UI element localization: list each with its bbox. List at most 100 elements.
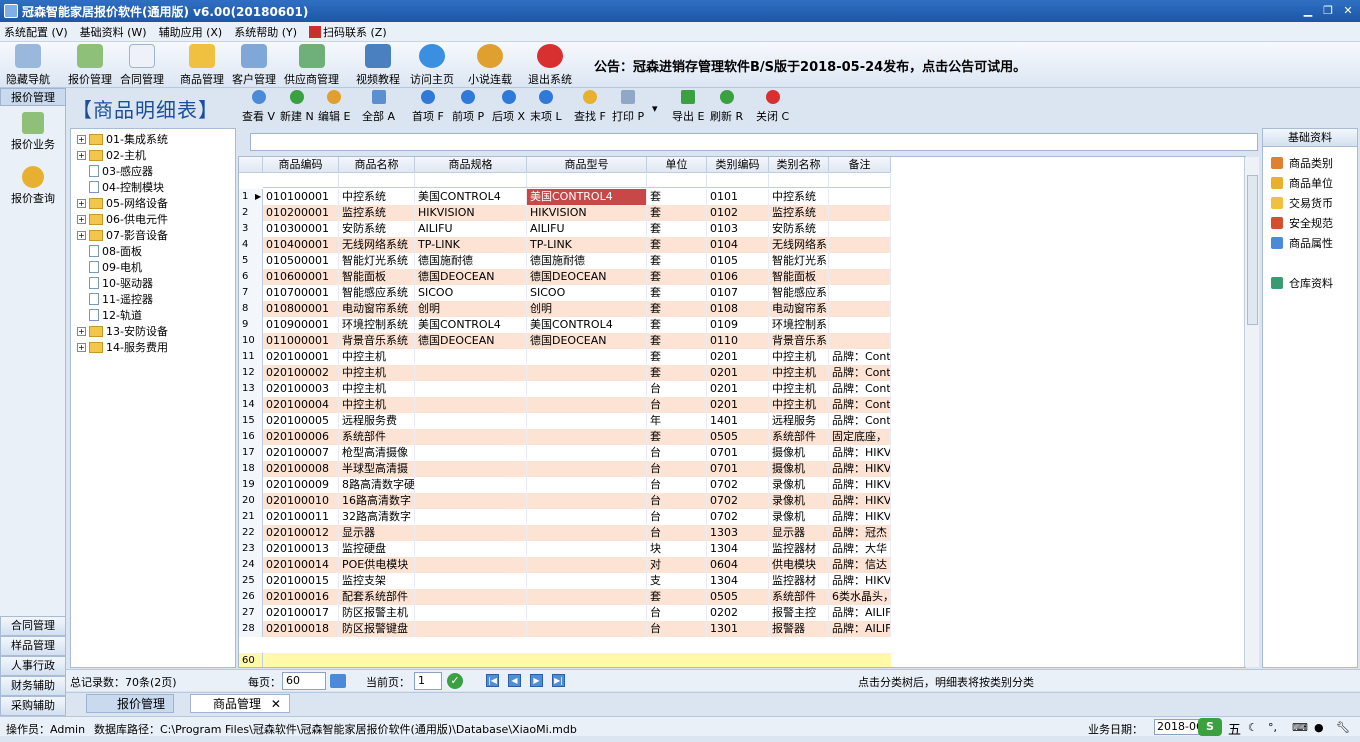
table-cell[interactable]: 1303 xyxy=(707,525,769,541)
moon-icon[interactable]: ☾ xyxy=(1248,721,1258,734)
table-cell[interactable]: AILIFU xyxy=(415,221,527,237)
expand-icon[interactable]: + xyxy=(77,342,86,352)
table-cell[interactable]: 0201 xyxy=(707,397,769,413)
table-cell[interactable] xyxy=(415,365,527,381)
table-cell[interactable]: 安防系统 xyxy=(339,221,415,237)
table-cell[interactable]: 品牌：Cont xyxy=(829,349,891,365)
table-cell[interactable]: 品牌：Cont xyxy=(829,397,891,413)
table-cell[interactable]: 010800001 xyxy=(263,301,339,317)
table-cell[interactable] xyxy=(415,573,527,589)
print-button[interactable]: 打印 P xyxy=(612,90,644,124)
table-cell[interactable]: 远程服务费 xyxy=(339,413,415,429)
table-cell[interactable] xyxy=(415,477,527,493)
tree-node[interactable]: +06-供电元件 xyxy=(77,211,168,227)
table-cell[interactable]: TP-LINK xyxy=(527,237,647,253)
table-row[interactable]: 19 020100009 8路高清数字硬 台 0702 录像机 品牌：HIKV xyxy=(239,477,891,493)
table-cell[interactable] xyxy=(527,413,647,429)
supplier-mgmt-button[interactable]: 供应商管理 xyxy=(284,44,339,87)
table-row[interactable]: 9 010900001 环境控制系统 美国CONTROL4 美国CONTROL4 套 010… xyxy=(239,317,891,333)
table-cell[interactable]: 环境控制系统 xyxy=(339,317,415,333)
table-cell[interactable] xyxy=(527,493,647,509)
nav-hr-admin[interactable]: 人事行政 xyxy=(0,656,66,676)
nav-finance[interactable]: 财务辅助 xyxy=(0,676,66,696)
table-cell[interactable] xyxy=(415,621,527,637)
column-filter[interactable] xyxy=(769,174,829,188)
column-header[interactable]: 类别编码 xyxy=(707,157,769,173)
table-row[interactable]: 13 020100003 中控主机台 0201 中控主机 品牌：Cont xyxy=(239,381,891,397)
table-cell[interactable]: 中控主机 xyxy=(769,381,829,397)
table-cell[interactable]: 020100011 xyxy=(263,509,339,525)
table-cell[interactable]: 显示器 xyxy=(339,525,415,541)
table-cell[interactable] xyxy=(415,445,527,461)
table-row[interactable]: 11 020100001 中控主机套 0201 中控主机 品牌：Cont xyxy=(239,349,891,365)
table-row[interactable]: 22 020100012 显示器台 1303 显示器 品牌：冠杰 xyxy=(239,525,891,541)
table-row[interactable]: 3 010300001 安防系统 AILIFU AILIFU 套 0103 安防系统 xyxy=(239,221,891,237)
table-cell[interactable]: 电动窗帘系 xyxy=(769,301,829,317)
column-header[interactable]: 商品型号 xyxy=(527,157,647,173)
table-cell[interactable]: 020100016 xyxy=(263,589,339,605)
table-cell[interactable] xyxy=(829,253,891,269)
table-cell[interactable]: SICOO xyxy=(527,285,647,301)
table-cell[interactable]: 电动窗帘系统 xyxy=(339,301,415,317)
vertical-scrollbar[interactable] xyxy=(1244,157,1259,667)
table-cell[interactable]: 020100007 xyxy=(263,445,339,461)
table-cell[interactable]: 品牌：HIKV xyxy=(829,477,891,493)
table-cell[interactable]: 020100010 xyxy=(263,493,339,509)
table-cell[interactable]: 台 xyxy=(647,445,707,461)
table-cell[interactable] xyxy=(829,333,891,349)
quote-mgmt-button[interactable]: 报价管理 xyxy=(68,44,112,87)
table-cell[interactable] xyxy=(527,381,647,397)
table-cell[interactable]: 020100004 xyxy=(263,397,339,413)
table-cell[interactable]: 中控主机 xyxy=(769,397,829,413)
expand-icon[interactable]: + xyxy=(77,326,86,336)
table-cell[interactable]: 系统部件 xyxy=(769,589,829,605)
tree-node[interactable]: 09-电机 xyxy=(89,259,142,275)
table-cell[interactable]: 套 xyxy=(647,301,707,317)
table-cell[interactable]: 套 xyxy=(647,221,707,237)
table-cell[interactable]: 0702 xyxy=(707,493,769,509)
apply-icon[interactable] xyxy=(330,674,346,688)
table-cell[interactable]: 创明 xyxy=(527,301,647,317)
table-cell[interactable] xyxy=(415,349,527,365)
column-filter[interactable] xyxy=(527,174,647,188)
table-cell[interactable]: 套 xyxy=(647,189,707,205)
nav-sample[interactable]: 样品管理 xyxy=(0,636,66,656)
table-cell[interactable] xyxy=(415,557,527,573)
nav-purchase[interactable]: 采购辅助 xyxy=(0,696,66,716)
table-cell[interactable]: 0505 xyxy=(707,429,769,445)
tree-node[interactable]: 03-感应器 xyxy=(89,163,153,179)
table-cell[interactable]: 枪型高清摄像 xyxy=(339,445,415,461)
table-cell[interactable]: 监控系统 xyxy=(769,205,829,221)
menu-help[interactable]: 系统帮助 (Y) xyxy=(234,24,297,40)
table-cell[interactable]: 防区报警主机 xyxy=(339,605,415,621)
export-button[interactable]: 导出 E xyxy=(672,90,704,124)
table-cell[interactable]: 环境控制系 xyxy=(769,317,829,333)
table-cell[interactable] xyxy=(829,237,891,253)
table-cell[interactable] xyxy=(527,349,647,365)
table-cell[interactable]: 支 xyxy=(647,573,707,589)
first-page-icon[interactable]: |◀ xyxy=(486,674,499,687)
table-cell[interactable]: 0604 xyxy=(707,557,769,573)
table-cell[interactable] xyxy=(415,461,527,477)
table-row[interactable]: 18 020100008 半球型高清摄 台 0701 摄像机 品牌：HIKV xyxy=(239,461,891,477)
table-cell[interactable]: 套 xyxy=(647,253,707,269)
table-cell[interactable]: 中控主机 xyxy=(769,365,829,381)
table-cell[interactable]: 台 xyxy=(647,525,707,541)
ime-logo-icon[interactable]: S xyxy=(1198,718,1222,736)
table-cell[interactable]: 报警主控 xyxy=(769,605,829,621)
tree-node[interactable]: +05-网络设备 xyxy=(77,195,168,211)
keyboard-icon[interactable]: ⌨ xyxy=(1292,721,1308,734)
next-page-icon[interactable]: ▶ xyxy=(530,674,543,687)
table-cell[interactable] xyxy=(415,429,527,445)
table-cell[interactable]: 1401 xyxy=(707,413,769,429)
table-cell[interactable]: 中控主机 xyxy=(339,397,415,413)
table-cell[interactable]: 套 xyxy=(647,205,707,221)
table-cell[interactable]: 套 xyxy=(647,333,707,349)
table-cell[interactable]: 德国DEOCEAN xyxy=(415,333,527,349)
table-cell[interactable]: 背景音乐系 xyxy=(769,333,829,349)
table-cell[interactable]: 0201 xyxy=(707,349,769,365)
business-date-field[interactable]: 2018-06 xyxy=(1154,719,1200,735)
tree-node[interactable]: +01-集成系统 xyxy=(77,131,168,147)
menu-basic-data[interactable]: 基础资料 (W) xyxy=(80,24,147,40)
tree-node[interactable]: +14-服务费用 xyxy=(77,339,168,355)
